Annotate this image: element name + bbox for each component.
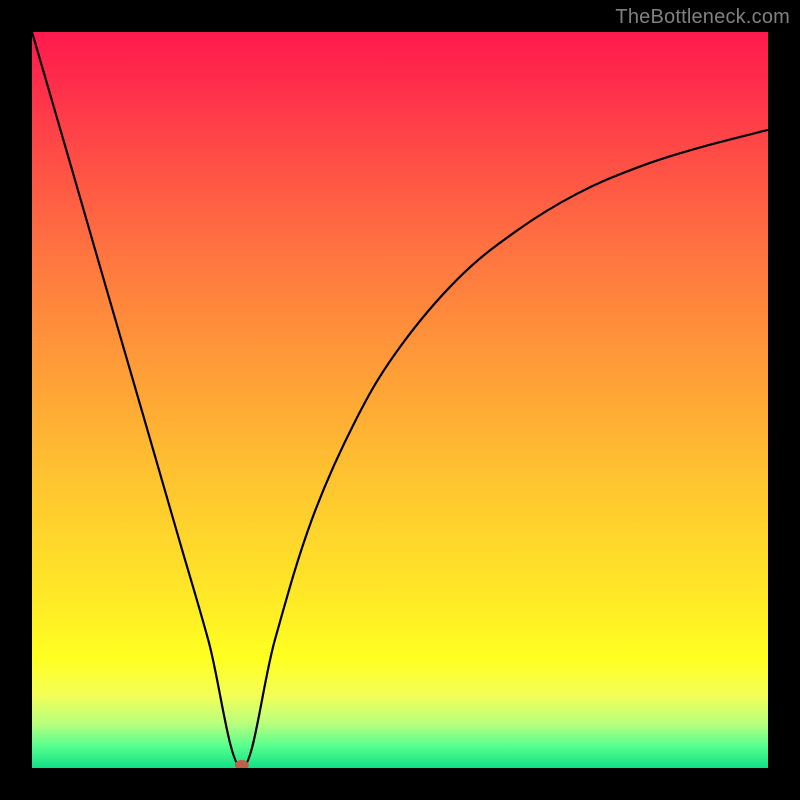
chart-plot-area xyxy=(32,32,768,768)
watermark-label: TheBottleneck.com xyxy=(615,6,790,29)
bottleneck-curve xyxy=(32,32,768,768)
chart-svg xyxy=(32,32,768,768)
